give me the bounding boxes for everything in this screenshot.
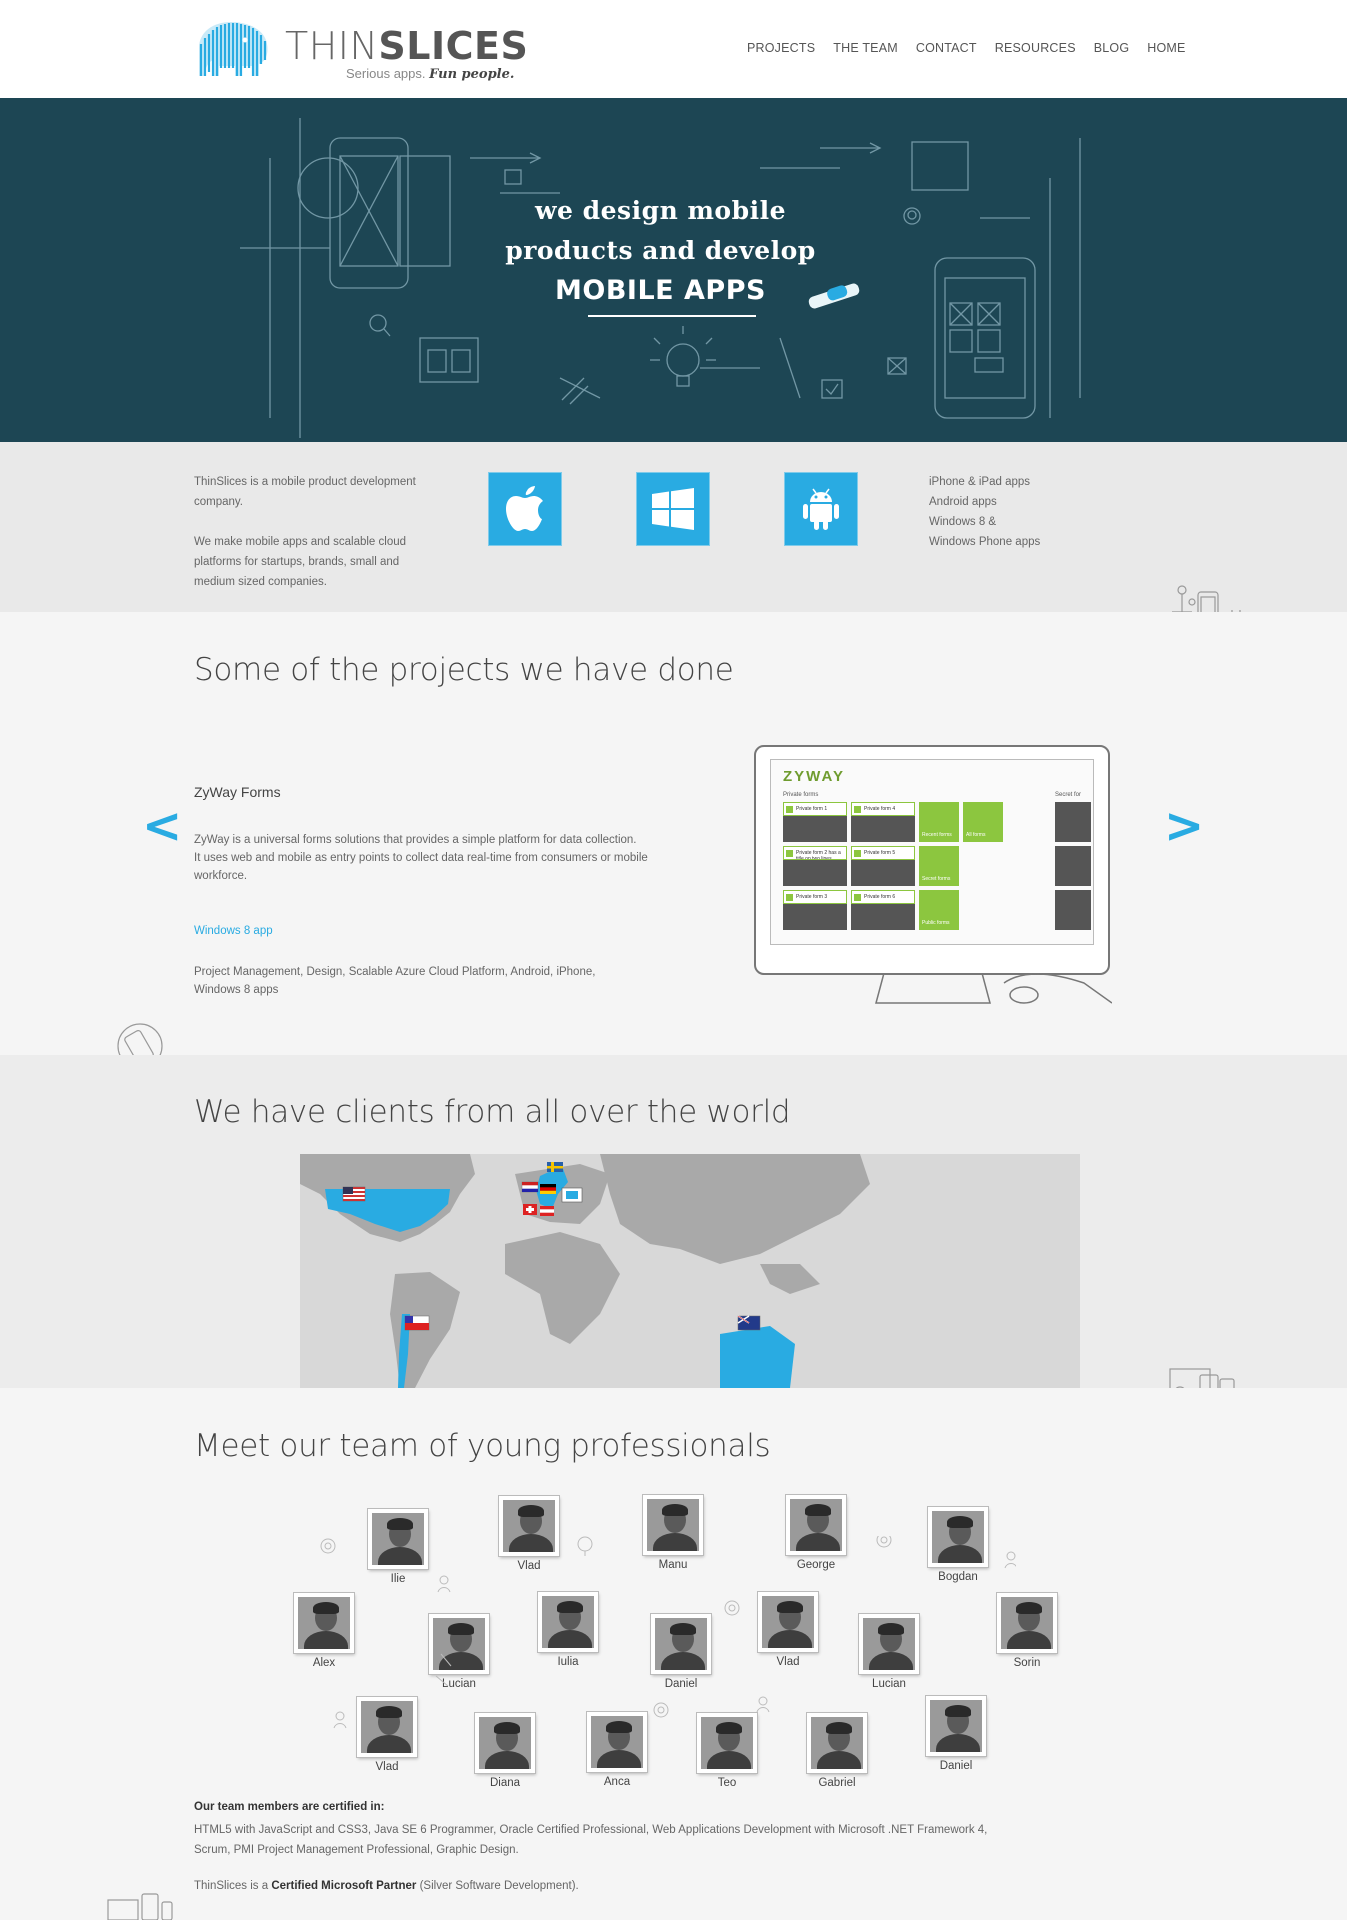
zyway-brand: ZYWAY xyxy=(783,768,845,785)
project-description: ZyWay is a universal forms solutions tha… xyxy=(194,831,654,885)
nav-blog[interactable]: BLOG xyxy=(1085,41,1139,55)
secret-forms-label: Secret for xyxy=(1055,792,1082,798)
member-name: Vlad xyxy=(375,1761,399,1773)
site-header: THINSLICES Serious apps. Fun people. PRO… xyxy=(0,0,1347,98)
intro-section: ThinSlices is a mobile product developme… xyxy=(0,442,1347,612)
member-name: Teo xyxy=(717,1777,737,1789)
android-icon xyxy=(784,472,858,546)
project-platform-link[interactable]: Windows 8 app xyxy=(194,925,273,937)
certifications-title: Our team members are certified in: xyxy=(194,1801,385,1813)
zyway-tile[interactable]: Private form 1 xyxy=(783,802,847,842)
zyway-green-tile[interactable]: Recent forms xyxy=(919,802,959,842)
member-name: Anca xyxy=(603,1776,631,1788)
blueprint-sketch-illustration xyxy=(240,118,1081,438)
flag-australia-icon xyxy=(737,1315,761,1331)
partner-prefix: ThinSlices is a xyxy=(194,1880,272,1892)
project-technologies: Project Management, Design, Scalable Azu… xyxy=(194,966,596,996)
nav-contact[interactable]: CONTACT xyxy=(907,41,986,55)
zyway-green-tile[interactable]: Secret forms xyxy=(919,846,959,886)
zyway-tile-label: Private form 6 xyxy=(864,894,896,900)
flag-netherlands-icon xyxy=(521,1181,539,1193)
zyway-green-tile-label: Secret forms xyxy=(922,876,951,882)
member-name: Gabriel xyxy=(818,1777,856,1789)
zyway-tile[interactable]: Private form 6 xyxy=(851,890,915,930)
member-name: Daniel xyxy=(939,1760,973,1772)
projects-title: Some of the projects we have done xyxy=(194,652,734,688)
partner-bold: Certified Microsoft Partner xyxy=(271,1880,417,1892)
clients-title: We have clients from all over the world xyxy=(194,1094,791,1130)
flag-austria-icon xyxy=(540,1206,554,1216)
main-nav: PROJECTS THE TEAM CONTACT RESOURCES BLOG… xyxy=(747,41,1195,55)
project-description-line-1: ZyWay is a universal forms solutions tha… xyxy=(194,834,637,846)
zyway-green-tile-label: All forms xyxy=(966,832,986,838)
platform-list-item: Windows Phone apps xyxy=(929,536,1041,548)
page: THINSLICES Serious apps. Fun people. PRO… xyxy=(0,0,1347,1920)
flag-sweden-icon xyxy=(547,1162,563,1172)
partner-statement: ThinSlices is a Certified Microsoft Part… xyxy=(194,1880,579,1892)
logo-wordmark: THINSLICES xyxy=(285,24,529,68)
nav-projects[interactable]: PROJECTS xyxy=(747,41,824,55)
clients-section: We have clients from all over the world xyxy=(0,1055,1347,1388)
monitor-stand-and-hand-icon xyxy=(875,973,1112,1004)
platform-list-item: iPhone & iPad apps xyxy=(929,476,1031,488)
platform-list-item: Android apps xyxy=(929,496,997,508)
zyway-tile[interactable]: Private form 3 xyxy=(783,890,847,930)
hero-heading-line-2: products and develop xyxy=(505,236,816,265)
elephant-logo-icon xyxy=(199,22,268,76)
partner-suffix: (Silver Software Development). xyxy=(416,1880,579,1892)
logo-tagline: Serious apps. Fun people. xyxy=(346,66,515,82)
nav-home[interactable]: HOME xyxy=(1138,41,1194,55)
member-name: Diana xyxy=(489,1777,521,1789)
hero-banner: we design mobile products and develop MO… xyxy=(0,98,1347,442)
zyway-tile-label: Private form 1 xyxy=(796,806,828,812)
zyway-tile-label: Private form 2 has a title on two lines xyxy=(796,850,841,860)
flag-switzerland-icon xyxy=(523,1204,537,1215)
zyway-green-tile[interactable]: Public forms xyxy=(919,890,959,930)
intro-paragraph-1: ThinSlices is a mobile product developme… xyxy=(194,476,416,508)
flag-germany-icon xyxy=(540,1184,556,1194)
nav-the-team[interactable]: THE TEAM xyxy=(824,41,907,55)
logo[interactable]: THINSLICES Serious apps. Fun people. xyxy=(193,14,528,86)
team-title: Meet our team of young professionals xyxy=(194,1428,771,1464)
hero-heading-line-1: we design mobile xyxy=(535,196,786,225)
windows-icon xyxy=(636,472,710,546)
next-project-button[interactable]: > xyxy=(1164,798,1204,854)
project-name: ZyWay Forms xyxy=(194,784,281,800)
nav-resources[interactable]: RESOURCES xyxy=(986,41,1085,55)
flag-usa-icon xyxy=(342,1186,366,1202)
zyway-tile-label: Private form 3 xyxy=(796,894,828,900)
desk-doodle-icon xyxy=(107,1893,173,1920)
project-screenshot: ZYWAY Private forms Secret for Private f… xyxy=(754,745,1112,1005)
zyway-green-tile-label: Public forms xyxy=(922,920,950,926)
zyway-tile-label: Private form 5 xyxy=(864,850,896,856)
intro-paragraph-2: We make mobile apps and scalable cloud p… xyxy=(194,536,407,588)
platform-list: iPhone & iPad apps Android apps Windows … xyxy=(929,472,1040,552)
flag-chile-icon xyxy=(404,1315,430,1331)
zyway-tile[interactable]: Private form 5 xyxy=(851,846,915,886)
certifications-text: HTML5 with JavaScript and CSS3, Java SE … xyxy=(194,1824,988,1856)
intro-text: ThinSlices is a mobile product developme… xyxy=(194,472,424,592)
hero-heading-line-3: MOBILE APPS xyxy=(555,275,766,306)
private-forms-label: Private forms xyxy=(783,792,819,798)
zyway-green-tile[interactable]: All forms xyxy=(963,802,1003,842)
zyway-tile[interactable]: Private form 4 xyxy=(851,802,915,842)
zyway-green-tile-label: Recent forms xyxy=(922,832,952,838)
prev-project-button[interactable]: < xyxy=(142,798,182,854)
team-doodles-icon xyxy=(320,1536,1016,1729)
world-map xyxy=(300,1154,1080,1388)
platform-list-item: Windows 8 & xyxy=(929,516,997,528)
project-description-line-2: It uses web and mobile as entry points t… xyxy=(194,852,648,882)
apple-icon xyxy=(488,472,562,546)
flag-thinslices-icon xyxy=(561,1187,583,1203)
projects-section: Some of the projects we have done < > Zy… xyxy=(0,612,1347,1055)
zyway-tile[interactable]: Private form 2 has a title on two lines xyxy=(783,846,847,886)
zyway-tile-label: Private form 4 xyxy=(864,806,896,812)
